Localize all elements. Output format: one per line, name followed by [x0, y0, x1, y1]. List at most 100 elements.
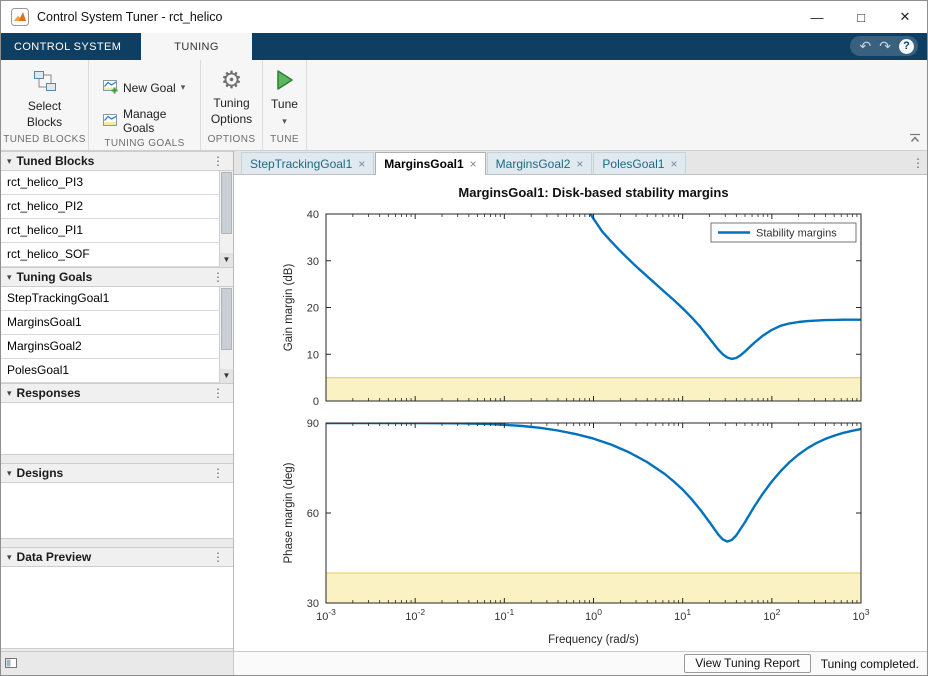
doc-tab-label: MarginsGoal2: [496, 157, 571, 171]
kebab-menu-icon[interactable]: ⋮: [209, 154, 227, 168]
scrollbar-thumb[interactable]: [221, 172, 232, 234]
new-goal-label: New Goal: [123, 81, 176, 95]
doc-tab-label: PolesGoal1: [602, 157, 664, 171]
panel-header-responses[interactable]: ▾ Responses ⋮: [1, 383, 233, 403]
new-goal-icon: [102, 78, 118, 97]
select-blocks-label: Select Blocks: [21, 99, 69, 130]
toolbar-group-options: ⚙ Tuning Options OPTIONS: [201, 60, 263, 150]
window-title: Control System Tuner - rct_helico: [37, 10, 223, 24]
kebab-menu-icon[interactable]: ⋮: [209, 466, 227, 480]
collapse-ribbon-icon[interactable]: [909, 132, 921, 146]
status-message: Tuning completed.: [821, 657, 919, 671]
close-tab-icon[interactable]: ×: [670, 157, 677, 171]
toolbar-group-tuned-blocks: Select Blocks TUNED BLOCKS: [1, 60, 89, 150]
chevron-down-icon: ▾: [7, 552, 12, 563]
scroll-down-button[interactable]: ▼: [220, 369, 233, 383]
designs-empty-area: [1, 483, 233, 539]
tune-label: Tune: [271, 97, 298, 113]
panel-header-tuned-blocks[interactable]: ▾ Tuned Blocks ⋮: [1, 151, 233, 171]
list-item[interactable]: MarginsGoal2: [1, 335, 233, 359]
gear-icon: ⚙: [221, 69, 243, 93]
gain-margin-plot: 010203040Gain margin (dB)Stability margi…: [234, 205, 928, 413]
title-bar: Control System Tuner - rct_helico — □ ✕: [1, 1, 927, 33]
svg-text:60: 60: [307, 508, 319, 520]
scrollbar-thumb[interactable]: [221, 288, 232, 350]
close-tab-icon[interactable]: ×: [358, 157, 365, 171]
panel-header-data-preview[interactable]: ▾ Data Preview ⋮: [1, 547, 233, 567]
tab-label: CONTROL SYSTEM: [14, 41, 121, 53]
section-label-tuned-blocks: TUNED BLOCKS: [1, 134, 88, 150]
list-item[interactable]: MarginsGoal1: [1, 311, 233, 335]
tab-control-system[interactable]: CONTROL SYSTEM: [1, 33, 134, 60]
close-tab-icon[interactable]: ×: [470, 157, 477, 171]
panel-title: Responses: [17, 386, 81, 400]
toolbar-group-tuning-goals: New Goal ▾ Manage Goals: [89, 60, 201, 150]
maximize-icon: □: [857, 10, 865, 25]
select-blocks-button[interactable]: Select Blocks: [13, 65, 77, 134]
list-item[interactable]: rct_helico_SOF: [1, 243, 233, 267]
main-area: ▾ Tuned Blocks ⋮ rct_helico_PI3 rct_heli…: [1, 151, 927, 651]
new-goal-button[interactable]: New Goal ▾: [97, 75, 200, 100]
minimize-button[interactable]: —: [795, 1, 839, 33]
responses-empty-area: [1, 403, 233, 455]
dock-panel-icon[interactable]: [5, 657, 17, 671]
sidebar: ▾ Tuned Blocks ⋮ rct_helico_PI3 rct_heli…: [1, 151, 234, 651]
svg-text:100: 100: [585, 607, 602, 623]
quick-access-toolbar: ↶ ↷ ?: [850, 36, 918, 56]
doc-tab-marginsgoal1[interactable]: MarginsGoal1 ×: [375, 152, 485, 175]
document-tab-strip: StepTrackingGoal1 × MarginsGoal1 × Margi…: [234, 151, 927, 175]
redo-icon[interactable]: ↷: [879, 39, 891, 53]
svg-text:10-2: 10-2: [405, 607, 425, 623]
kebab-menu-icon[interactable]: ⋮: [209, 550, 227, 564]
svg-text:20: 20: [307, 303, 319, 315]
view-tuning-report-button[interactable]: View Tuning Report: [684, 654, 811, 673]
svg-text:40: 40: [307, 209, 319, 221]
svg-text:90: 90: [307, 418, 319, 430]
panel-title: Data Preview: [17, 550, 92, 564]
ribbon-tab-bar: CONTROL SYSTEM TUNING ↶ ↷ ?: [1, 33, 927, 60]
panel-title: Designs: [17, 466, 64, 480]
doc-tab-steptrackinggoal1[interactable]: StepTrackingGoal1 ×: [241, 152, 374, 174]
manage-goals-label: Manage Goals: [123, 107, 195, 135]
play-icon: [275, 69, 295, 94]
list-item[interactable]: PolesGoal1: [1, 359, 233, 383]
close-tab-icon[interactable]: ×: [576, 157, 583, 171]
scroll-down-button[interactable]: ▼: [220, 253, 233, 267]
undo-icon[interactable]: ↶: [860, 39, 872, 53]
list-item[interactable]: rct_helico_PI1: [1, 219, 233, 243]
doc-tab-marginsgoal2[interactable]: MarginsGoal2 ×: [487, 152, 593, 174]
tune-button[interactable]: Tune ▾: [263, 65, 306, 131]
scrollbar[interactable]: ▼: [219, 171, 233, 267]
tab-tuning[interactable]: TUNING: [141, 33, 252, 60]
ribbon-toolbar: Select Blocks TUNED BLOCKS: [1, 60, 927, 151]
chevron-down-icon: ▾: [7, 156, 12, 167]
svg-text:Frequency (rad/s): Frequency (rad/s): [548, 634, 639, 646]
list-item[interactable]: rct_helico_PI2: [1, 195, 233, 219]
tuning-options-button[interactable]: ⚙ Tuning Options: [199, 65, 265, 131]
svg-text:10: 10: [307, 349, 319, 361]
svg-text:Stability margins: Stability margins: [756, 228, 837, 240]
tuning-options-label: Tuning Options: [207, 96, 257, 127]
chevron-down-icon: ▾: [282, 116, 287, 127]
help-icon[interactable]: ?: [899, 39, 914, 54]
phase-margin-plot: 30609010-310-210-1100101102103Phase marg…: [234, 413, 928, 653]
scroll-down-icon: ▼: [223, 255, 231, 264]
list-item[interactable]: StepTrackingGoal1: [1, 287, 233, 311]
control-system-tuner-window: Control System Tuner - rct_helico — □ ✕ …: [0, 0, 928, 676]
panel-title: Tuned Blocks: [17, 154, 95, 168]
doc-tab-polesgoal1[interactable]: PolesGoal1 ×: [593, 152, 686, 174]
scrollbar[interactable]: ▼: [219, 287, 233, 383]
close-button[interactable]: ✕: [883, 1, 927, 33]
kebab-menu-icon[interactable]: ⋮: [909, 156, 927, 170]
manage-goals-button[interactable]: Manage Goals: [97, 104, 200, 138]
tab-label: TUNING: [174, 41, 219, 53]
list-item[interactable]: rct_helico_PI3: [1, 171, 233, 195]
chevron-down-icon: ▾: [7, 272, 12, 283]
close-icon: ✕: [900, 9, 911, 25]
kebab-menu-icon[interactable]: ⋮: [209, 386, 227, 400]
kebab-menu-icon[interactable]: ⋮: [209, 270, 227, 284]
maximize-button[interactable]: □: [839, 1, 883, 33]
panel-header-tuning-goals[interactable]: ▾ Tuning Goals ⋮: [1, 267, 233, 287]
chevron-down-icon: ▾: [181, 82, 186, 93]
panel-header-designs[interactable]: ▾ Designs ⋮: [1, 463, 233, 483]
